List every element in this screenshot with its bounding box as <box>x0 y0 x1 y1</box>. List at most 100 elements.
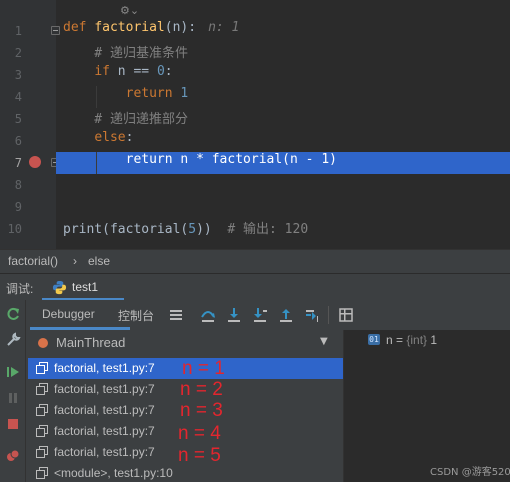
stack-frame-icon <box>36 383 48 395</box>
step-out-icon[interactable] <box>278 307 294 323</box>
tab-debugger[interactable]: Debugger <box>42 307 95 321</box>
line-number[interactable]: 1 <box>0 20 22 42</box>
code-token: if <box>94 64 110 79</box>
line-number[interactable]: 4 <box>0 86 22 108</box>
inline-debug-value: n: 1 <box>208 20 240 35</box>
breadcrumb-item-function[interactable]: factorial() <box>8 250 58 273</box>
code-line[interactable]: if n == 0: <box>56 64 510 86</box>
code-token: )) <box>196 222 228 237</box>
code-token: (factorial( <box>102 222 189 237</box>
frame-label: factorial, test1.py:7 <box>54 382 155 396</box>
breakpoint-icon[interactable] <box>29 156 41 168</box>
chevron-down-icon[interactable]: ▼ <box>320 336 328 347</box>
line-number[interactable]: 5 <box>0 108 22 130</box>
code-line-current[interactable]: return n * factorial(n - 1) <box>56 152 510 174</box>
code-line[interactable]: # 递归递推部分 <box>56 108 510 130</box>
code-token: n * factorial(n - <box>180 152 322 167</box>
line-number[interactable]: 10 <box>0 218 22 240</box>
code-token: # 递归基准条件 <box>63 46 188 61</box>
line-number[interactable]: 8 <box>0 174 22 196</box>
code-token: else <box>94 130 126 145</box>
code-token: def <box>63 20 95 35</box>
frame-label: factorial, test1.py:7 <box>54 424 155 438</box>
code-line[interactable]: print(factorial(5)) # 输出: 120 <box>56 218 510 240</box>
stack-frame-icon <box>36 404 48 416</box>
indent-guide <box>96 86 97 108</box>
code-token: (n): <box>164 20 197 35</box>
annotation-n-value: n = 4 <box>178 423 221 444</box>
resume-icon[interactable] <box>5 364 21 380</box>
annotation-n-value: n = 2 <box>180 379 223 400</box>
variable-value: 1 <box>427 333 438 347</box>
thread-label: MainThread <box>56 335 126 350</box>
inspection-widget-icon[interactable]: ⚙⌄ <box>120 4 139 17</box>
code-editor[interactable]: 1 2 3 4 5 6 7 8 9 10 ⚙⌄ def factorial(n): n: 1 # 递… <box>0 0 510 249</box>
code-line[interactable] <box>56 196 510 218</box>
code-line[interactable]: return 1 <box>56 86 510 108</box>
code-token: 1 <box>180 86 189 101</box>
annotation-n-value: n = 3 <box>180 400 223 421</box>
annotation-n-value: n = 1 <box>182 358 225 379</box>
breadcrumb-item-else[interactable]: else <box>88 250 110 273</box>
code-token: 5 <box>188 222 197 237</box>
annotation-n-value: n = 5 <box>178 445 221 466</box>
breadcrumb-separator: › <box>73 254 77 268</box>
code-token: # 输出: 120 <box>227 222 309 237</box>
toolbar-separator <box>328 306 329 324</box>
evaluate-expression-icon[interactable] <box>338 307 354 323</box>
view-breakpoints-icon[interactable] <box>5 448 21 464</box>
pause-icon[interactable] <box>5 390 21 406</box>
code-token: print <box>63 222 103 237</box>
code-area[interactable]: ⚙⌄ def factorial(n): n: 1 # 递归基准条件 if n =… <box>56 0 510 249</box>
code-token: ) <box>329 152 337 167</box>
stack-frame-icon <box>36 425 48 437</box>
stop-icon[interactable] <box>5 416 21 432</box>
tab-console[interactable]: 控制台 <box>118 307 154 324</box>
python-icon <box>52 280 67 295</box>
line-number[interactable]: 6 <box>0 130 22 152</box>
code-token: return <box>125 152 181 167</box>
code-token: 0 <box>156 64 165 79</box>
code-token: n == <box>109 64 157 79</box>
int-variable-icon: 01 <box>368 334 380 345</box>
step-into-icon[interactable] <box>226 307 242 323</box>
run-tab-label: test1 <box>72 280 99 294</box>
code-token: return <box>125 86 181 101</box>
frame-label: factorial, test1.py:7 <box>54 445 155 459</box>
code-line[interactable]: else: <box>56 130 510 152</box>
frame-label: factorial, test1.py:7 <box>54 361 155 375</box>
watermark: CSDN @游客520 <box>430 467 510 478</box>
editor-gutter[interactable]: 1 2 3 4 5 6 7 8 9 10 <box>0 0 60 249</box>
step-into-my-code-icon[interactable] <box>252 307 268 323</box>
thread-selector[interactable]: MainThread ▼ <box>26 330 344 356</box>
run-to-cursor-icon[interactable] <box>304 307 320 323</box>
stack-frame-icon <box>36 446 48 458</box>
code-token: 1 <box>321 152 330 167</box>
rerun-icon[interactable] <box>5 306 21 322</box>
thread-status-icon <box>38 338 48 348</box>
line-number[interactable]: 9 <box>0 196 22 218</box>
stack-frame-icon <box>36 467 48 479</box>
wrench-icon[interactable] <box>5 332 21 348</box>
variable-type: {int} <box>406 333 428 347</box>
debug-tabs-bar: Debugger 控制台 <box>26 300 510 330</box>
stack-frame-icon <box>36 362 48 374</box>
run-config-tab[interactable]: test1 <box>42 274 124 301</box>
line-number[interactable]: 3 <box>0 64 22 86</box>
code-line[interactable]: def factorial(n): n: 1 <box>56 20 510 42</box>
code-token: factorial <box>94 20 165 35</box>
line-number[interactable]: 2 <box>0 42 22 64</box>
line-number[interactable]: 7 <box>0 152 22 174</box>
step-over-icon[interactable] <box>200 307 216 323</box>
frame-label: <module>, test1.py:10 <box>54 466 173 480</box>
debug-tool-window-header: 调试: test1 <box>0 273 510 301</box>
show-execution-point-icon[interactable] <box>168 307 184 323</box>
indent-guide <box>96 152 97 174</box>
code-line[interactable] <box>56 174 510 196</box>
code-token: : <box>125 130 134 145</box>
code-line[interactable]: # 递归基准条件 <box>56 42 510 64</box>
